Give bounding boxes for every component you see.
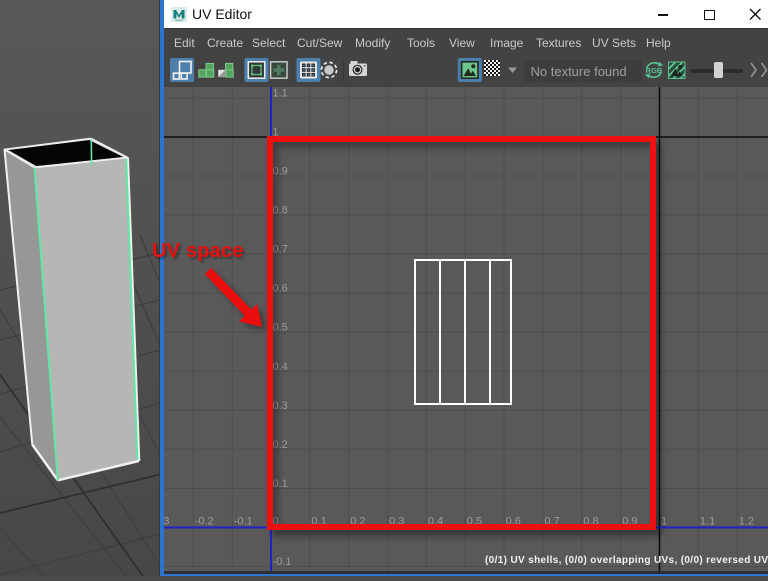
- svg-text:-0.1: -0.1: [273, 556, 292, 568]
- svg-text:1.1: 1.1: [700, 516, 715, 528]
- svg-text:1.1: 1.1: [273, 88, 288, 100]
- svg-text:1: 1: [661, 516, 667, 528]
- svg-text:-0.2: -0.2: [195, 516, 214, 528]
- svg-text:RGB: RGB: [646, 66, 663, 75]
- svg-text:-0.1: -0.1: [234, 516, 253, 528]
- svg-text:1.2: 1.2: [739, 516, 754, 528]
- svg-text:-0.3: -0.3: [164, 516, 169, 528]
